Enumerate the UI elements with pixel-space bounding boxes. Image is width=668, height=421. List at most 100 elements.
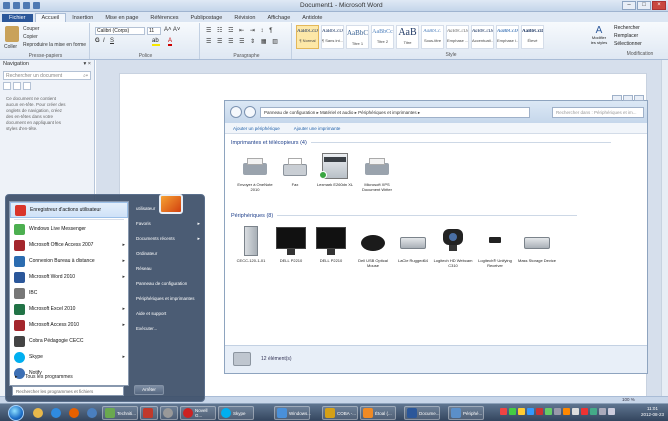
taskbar-window-skype[interactable]: Skype <box>218 406 254 420</box>
device-item[interactable]: DELL P2210 <box>311 225 351 263</box>
vertical-scrollbar[interactable] <box>661 60 668 400</box>
volume-icon[interactable] <box>608 408 615 415</box>
tab-antidote[interactable]: Antidote <box>296 14 328 22</box>
device-item[interactable]: Logitech® Unifying Receiver <box>475 225 515 268</box>
device-item[interactable]: LaCie Rugged64 <box>393 225 433 263</box>
tray-icon[interactable] <box>500 408 507 415</box>
start-item-remote-desktop[interactable]: Connexion Bureau à distance ▸ <box>10 253 128 269</box>
start-right-control-panel[interactable]: Panneau de configuration <box>132 276 204 291</box>
italic-icon[interactable]: I <box>103 38 105 44</box>
style-title[interactable]: AaB Titre <box>396 25 419 49</box>
taskbar-window-3[interactable] <box>160 406 178 420</box>
clock[interactable]: 11:01 2012-08-23 <box>641 406 664 418</box>
printers-section-header[interactable]: Imprimantes et télécopieurs (4) <box>231 140 611 146</box>
address-bar[interactable]: Panneau de configuration ▸ Matériel et a… <box>260 107 530 118</box>
maximize-button[interactable]: □ <box>637 1 651 10</box>
save-icon[interactable] <box>13 2 20 9</box>
start-right-computer[interactable]: Ordinateur <box>132 246 204 261</box>
underline-icon[interactable]: S <box>110 38 114 44</box>
tray-icon[interactable] <box>545 408 552 415</box>
start-item-access-2007[interactable]: Microsoft Office Access 2007 ▸ <box>10 237 128 253</box>
tray-icon[interactable] <box>563 408 570 415</box>
style-subtle-emphasis[interactable]: AaBbCcDc Emphase ... <box>446 25 469 49</box>
taskbar-window-novell[interactable]: Novell G... <box>180 406 216 420</box>
redo-icon[interactable] <box>33 2 40 9</box>
tab-view[interactable]: Affichage <box>261 14 296 22</box>
taskbar-window-etoal[interactable]: Étoal (... <box>360 406 396 420</box>
printer-item[interactable]: Envoyer à OneNote 2010 <box>235 155 275 192</box>
device-item[interactable]: CECC-120-1-01 <box>231 225 271 263</box>
copy-button[interactable]: Copier <box>23 34 38 40</box>
format-painter-button[interactable]: Reproduire la mise en forme <box>23 42 86 48</box>
start-right-recent[interactable]: Documents récents ▸ <box>132 231 204 246</box>
tab-page-layout[interactable]: Mise en page <box>99 14 144 22</box>
start-right-devices-printers[interactable]: Périphériques et imprimantes <box>132 291 204 306</box>
add-printer-button[interactable]: Ajouter une imprimante <box>294 126 341 131</box>
tab-file[interactable]: Fichier <box>2 14 33 22</box>
change-styles-button[interactable]: A Modifier les styles <box>590 25 608 49</box>
all-programs-button[interactable]: ▸ Tous les programmes <box>9 371 73 383</box>
tray-icon[interactable] <box>590 408 597 415</box>
tab-mailings[interactable]: Publipostage <box>185 14 229 22</box>
tray-icon[interactable] <box>536 408 543 415</box>
headings-view-icon[interactable] <box>3 82 11 90</box>
style-strong[interactable]: AaBbCcDc Élevé <box>521 25 544 49</box>
paste-button[interactable]: Coller <box>4 44 17 50</box>
close-button[interactable]: × <box>652 1 666 10</box>
shutdown-button[interactable]: Arrêter <box>134 385 164 395</box>
style-heading-1[interactable]: AaBbC Titre 1 <box>346 25 369 49</box>
printer-item[interactable]: Lexmark E260dn XL <box>315 151 355 187</box>
bold-icon[interactable]: G <box>95 38 100 44</box>
firefox-pinned-icon[interactable] <box>66 406 82 420</box>
style-emphasis[interactable]: AaBbCcDc Accentuati... <box>471 25 494 49</box>
media-pinned-icon[interactable] <box>84 406 100 420</box>
find-button[interactable]: Rechercher <box>614 25 666 33</box>
tray-icon[interactable] <box>518 408 525 415</box>
grow-font-icon[interactable]: A˄ A˅ <box>164 27 180 33</box>
forward-icon[interactable] <box>244 106 256 118</box>
device-item[interactable]: Dell USB Optical Mouse <box>353 225 393 268</box>
select-button[interactable]: Sélectionner <box>614 41 666 49</box>
start-item-word-2010[interactable]: Microsoft Word 2010 ▸ <box>10 269 128 285</box>
devices-section-header[interactable]: Périphériques (8) <box>231 213 577 219</box>
start-item-cobra[interactable]: Cobra Pédagogie CECC <box>10 333 128 349</box>
taskbar-window-windows[interactable]: Windows... <box>274 406 311 420</box>
pages-view-icon[interactable] <box>13 82 21 90</box>
tab-insert[interactable]: Insertion <box>66 14 99 22</box>
tray-icon[interactable] <box>527 408 534 415</box>
highlight-icon[interactable]: ab <box>152 38 160 46</box>
tray-icon[interactable] <box>554 408 561 415</box>
start-search-input[interactable]: Rechercher les programmes et fichiers <box>12 386 124 396</box>
paste-icon[interactable] <box>5 26 19 42</box>
start-item-excel-2010[interactable]: Microsoft Excel 2010 ▸ <box>10 301 128 317</box>
tab-references[interactable]: Références <box>144 14 184 22</box>
replace-button[interactable]: Remplacer <box>614 33 666 41</box>
device-item[interactable]: Logitech HD Webcam C310 <box>433 225 473 268</box>
font-name-select[interactable]: Calibri (Corps) <box>95 27 145 35</box>
explorer-maximize-button[interactable] <box>623 95 633 101</box>
printer-item[interactable]: Fax <box>275 155 315 187</box>
start-right-run[interactable]: Exécuter... <box>132 321 204 336</box>
font-size-select[interactable]: 11 <box>147 27 161 35</box>
start-right-help[interactable]: Aide et support <box>132 306 204 321</box>
undo-icon[interactable] <box>23 2 30 9</box>
zoom-level[interactable]: 100 % <box>622 397 635 402</box>
nav-close-icon[interactable]: ▾ × <box>83 61 91 68</box>
style-normal[interactable]: AaBbCcDc ¶ Normal <box>296 25 319 49</box>
taskbar-window-peripheriques[interactable]: Périphé... <box>448 406 484 420</box>
taskbar-window-2[interactable] <box>140 406 158 420</box>
style-intense-emphasis[interactable]: AaBbCcDc Emphase i... <box>496 25 519 49</box>
explorer-pinned-icon[interactable] <box>30 406 46 420</box>
tab-home[interactable]: Accueil <box>34 13 67 22</box>
user-picture[interactable] <box>159 194 183 214</box>
network-icon[interactable] <box>599 408 606 415</box>
start-item-access-2010[interactable]: Microsoft Access 2010 ▸ <box>10 317 128 333</box>
explorer-close-button[interactable] <box>634 95 644 101</box>
explorer-search-input[interactable]: Rechercher dans : Périphériques et im... <box>552 107 644 118</box>
style-subtitle[interactable]: AaBbCc. Sous-titre <box>421 25 444 49</box>
printer-item[interactable]: Microsoft XPS Document Writer <box>357 155 397 192</box>
cut-button[interactable]: Couper <box>23 26 39 32</box>
taskbar-window-coba[interactable]: COBA -... <box>322 406 358 420</box>
back-icon[interactable] <box>230 106 242 118</box>
start-item-messenger[interactable]: Windows Live Messenger <box>10 221 128 237</box>
